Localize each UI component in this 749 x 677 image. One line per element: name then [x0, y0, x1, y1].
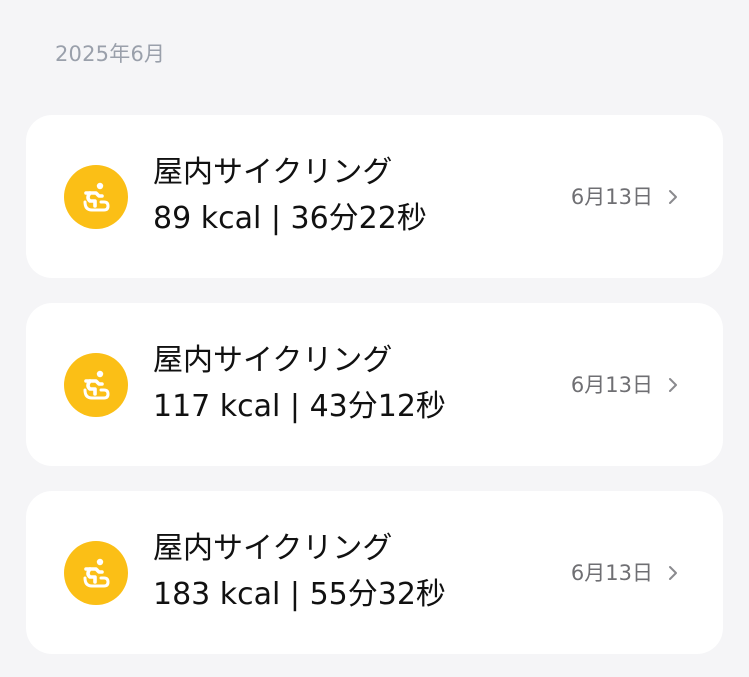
workout-stats: 183 kcal | 55分32秒: [153, 577, 446, 612]
workout-date: 6月13日: [570, 373, 653, 397]
workout-stats: 117 kcal | 43分12秒: [153, 389, 446, 424]
workout-title: 屋内サイクリング: [153, 343, 393, 378]
workout-title: 屋内サイクリング: [153, 155, 393, 190]
workout-date: 6月13日: [570, 561, 653, 585]
workout-record-card[interactable]: 屋内サイクリング 183 kcal | 55分32秒 6月13日: [26, 491, 723, 654]
workout-title: 屋内サイクリング: [153, 531, 393, 566]
workout-record-card[interactable]: 屋内サイクリング 89 kcal | 36分22秒 6月13日: [26, 115, 723, 278]
chevron-right-icon: [669, 190, 677, 204]
cycling-icon: [64, 541, 128, 605]
chevron-right-icon: [669, 566, 677, 580]
workout-record-card[interactable]: 屋内サイクリング 117 kcal | 43分12秒 6月13日: [26, 303, 723, 466]
cycling-icon: [64, 165, 128, 229]
workout-stats: 89 kcal | 36分22秒: [153, 201, 427, 236]
chevron-right-icon: [669, 378, 677, 392]
month-header: 2025年6月: [55, 42, 166, 66]
cycling-icon: [64, 353, 128, 417]
workout-date: 6月13日: [570, 185, 653, 209]
